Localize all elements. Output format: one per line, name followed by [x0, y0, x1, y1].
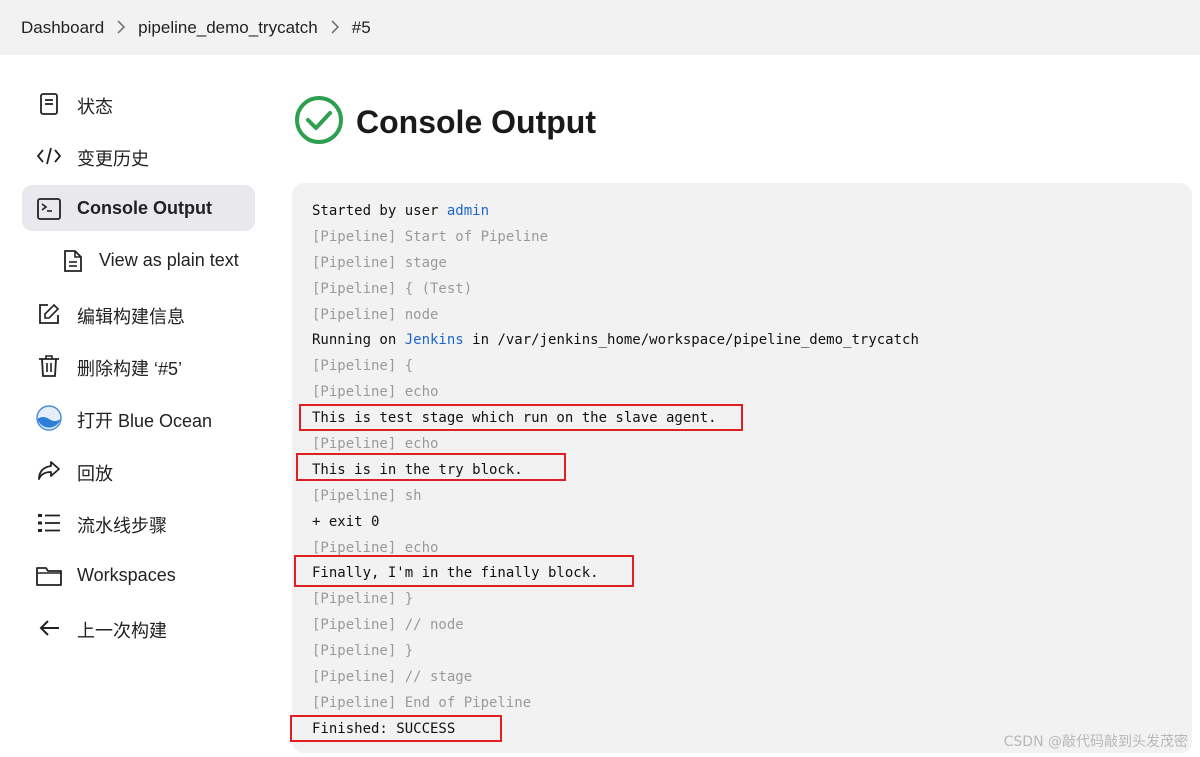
highlight-box: [290, 715, 502, 742]
page-title: Console Output: [356, 104, 596, 140]
console-line: + exit 0: [312, 513, 380, 530]
folder-icon: [36, 563, 62, 589]
console-line: [Pipeline] // node: [312, 617, 464, 634]
console-link[interactable]: admin: [447, 203, 489, 219]
console-line: Running on Jenkins in /var/jenkins_home/…: [312, 332, 919, 349]
sidebar-item-workspaces[interactable]: Workspaces: [22, 552, 255, 598]
sidebar-item-label: 流水线步骤: [77, 516, 167, 537]
console-line: [Pipeline] { (Test): [312, 280, 473, 297]
breadcrumb-job[interactable]: pipeline_demo_trycatch: [138, 18, 318, 38]
sidebar-item-status[interactable]: 状态: [22, 80, 255, 126]
sidebar-item-label: Workspaces: [77, 564, 176, 585]
file-text-icon: [60, 248, 86, 274]
sidebar-item-pipeline-steps[interactable]: 流水线步骤: [22, 499, 255, 545]
sidebar-item-label: 删除构建 ‘#5’: [77, 358, 183, 379]
code-icon: [36, 143, 62, 169]
page-header: Console Output: [294, 95, 596, 150]
console-line: [Pipeline] }: [312, 591, 414, 608]
sidebar-item-label: 编辑构建信息: [77, 306, 185, 327]
blue-ocean-icon: [36, 405, 62, 432]
console-line: [Pipeline] echo: [312, 384, 439, 401]
sidebar-item-label: Console Output: [77, 197, 212, 218]
sidebar-item-console-output[interactable]: Console Output: [22, 184, 255, 231]
sidebar-item-label: 打开 Blue Ocean: [77, 411, 213, 432]
console-line: [Pipeline] End of Pipeline: [312, 694, 532, 711]
sidebar-item-blue-ocean[interactable]: 打开 Blue Ocean: [22, 394, 255, 440]
trash-icon: [36, 353, 62, 379]
highlight-box: [296, 453, 566, 481]
chevron-right-icon: [104, 19, 138, 37]
chevron-right-icon: [318, 19, 352, 37]
console-line: [Pipeline] sh: [312, 487, 422, 504]
document-icon: [36, 91, 62, 117]
sidebar-item-label: 回放: [77, 463, 113, 484]
sidebar-item-delete-build[interactable]: 删除构建 ‘#5’: [22, 342, 255, 388]
breadcrumb-build[interactable]: #5: [352, 18, 371, 38]
breadcrumb: Dashboard pipeline_demo_trycatch #5: [0, 0, 1200, 55]
watermark: CSDN @敲代码敲到头发茂密: [1003, 734, 1188, 750]
highlight-box: [299, 404, 743, 431]
console-line: [Pipeline] stage: [312, 254, 447, 271]
console-line: [Pipeline] // stage: [312, 669, 473, 686]
steps-list-icon: [36, 510, 62, 536]
arrow-left-icon: [36, 615, 62, 641]
sidebar-item-label: 变更历史: [77, 149, 149, 170]
sidebar-item-changes[interactable]: 变更历史: [22, 132, 255, 178]
success-check-icon: [294, 95, 344, 150]
sidebar-item-label: 上一次构建: [77, 620, 167, 641]
console-link[interactable]: Jenkins: [405, 332, 464, 348]
sidebar-item-previous-build[interactable]: 上一次构建: [22, 604, 255, 650]
sidebar-item-edit-build-info[interactable]: 编辑构建信息: [22, 290, 255, 336]
sidebar: 状态 变更历史 Console Output View as plain tex…: [22, 80, 255, 656]
sidebar-item-plain-text[interactable]: View as plain text: [22, 237, 255, 283]
edit-icon: [36, 301, 62, 327]
breadcrumb-dashboard[interactable]: Dashboard: [21, 18, 104, 38]
replay-icon: [36, 458, 62, 484]
sidebar-item-label: 状态: [77, 97, 113, 117]
sidebar-item-label: View as plain text: [99, 250, 239, 271]
console-line: [Pipeline] node: [312, 306, 439, 323]
highlight-box: [294, 555, 634, 587]
console-line: Started by user admin: [312, 203, 490, 219]
console-line: [Pipeline] {: [312, 358, 414, 375]
sidebar-item-replay[interactable]: 回放: [22, 447, 255, 493]
console-output-panel: Started by user admin [Pipeline] Start of…: [290, 183, 1192, 753]
console-line: [Pipeline] }: [312, 643, 414, 660]
terminal-icon: [36, 196, 62, 222]
console-line: [Pipeline] Start of Pipeline: [312, 228, 549, 245]
